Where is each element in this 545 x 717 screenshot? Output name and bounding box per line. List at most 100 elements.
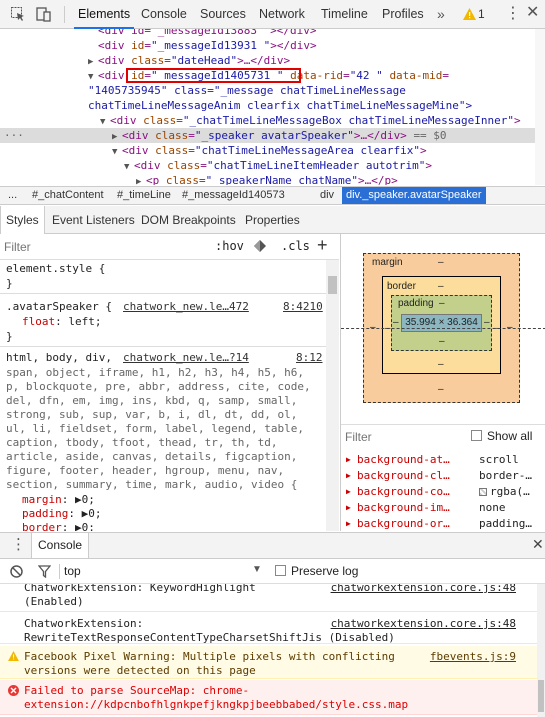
scroll-thumb[interactable] (328, 276, 337, 294)
style-rules[interactable]: element.style { } .avatarSpeaker { chatw… (0, 260, 326, 531)
breadcrumb-chat-content[interactable]: #_chatContent (32, 187, 104, 204)
computed-property[interactable]: ▶ background-cl… border-… (341, 468, 545, 484)
device-mode-icon[interactable] (36, 6, 52, 22)
tab-styles[interactable]: Styles (0, 206, 45, 234)
tab-network[interactable]: Network (255, 0, 309, 29)
computed-filter-input[interactable] (345, 429, 455, 445)
dom-node-row-selected[interactable]: ··· ▶ <div class="_speaker avatarSpeaker">… (0, 128, 545, 143)
preserve-log-checkbox[interactable] (275, 565, 286, 576)
style-property[interactable]: border: ▶0; (22, 521, 95, 531)
selector-line: caption, tbody, tfoot, thead, tr, th, td… (6, 436, 278, 449)
dom-node-row[interactable]: <div id="_messageId13931 "></div> (0, 38, 545, 53)
box-model-content[interactable]: 35.994 × 36.364 (401, 314, 482, 332)
devtools-toolbar: Elements Console Sources Network Timelin… (0, 0, 545, 29)
context-selector[interactable]: top (64, 564, 81, 578)
styles-filter-input[interactable] (4, 238, 184, 256)
box-model-border[interactable]: border – – – – padding – – – – 35.994 × … (382, 276, 501, 374)
tab-properties[interactable]: Properties (245, 206, 300, 234)
node-actions-icon[interactable]: ··· (4, 128, 24, 143)
console-source-link[interactable]: chatworkextension.core.js:48 (331, 584, 516, 594)
rule-source-line[interactable]: 8:12 (296, 351, 323, 365)
tab-profiles[interactable]: Profiles (378, 0, 428, 29)
class-toggle[interactable]: .cls (281, 239, 310, 253)
dom-node-row[interactable]: ▼ <div class="_chatTimeLineMessageBox cha… (0, 113, 545, 128)
computed-property[interactable]: ▶ background-or… padding… (341, 516, 545, 531)
styles-scrollbar[interactable] (326, 260, 339, 531)
expand-triangle-icon[interactable]: ▶ (88, 55, 98, 68)
dom-node-row-continued: chatTimeLineMessageAnim clearfix chatTim… (88, 99, 473, 112)
console-toolbar: top ▼ Preserve log (0, 559, 545, 584)
selector-line: section, summary, time, mark, audio, vid… (6, 478, 298, 491)
dom-node-row[interactable]: ▼ <div class="chatTimeLineItemHeader auto… (0, 158, 545, 173)
dom-node-row[interactable]: <div id="_messageId13883 "></div> (0, 29, 545, 38)
element-style-selector[interactable]: element.style { (6, 262, 105, 276)
console-messages: ChatworkExtension: KeywordHighlight (Ena… (0, 584, 545, 717)
dom-node-row[interactable]: ▶ <div class="dateHead">…</div> (0, 53, 545, 68)
filter-icon[interactable] (37, 565, 52, 581)
close-devtools-icon[interactable]: ✕ (526, 3, 539, 23)
rule-source-line[interactable]: 8:4210 (283, 300, 323, 314)
new-rule-button[interactable]: + (317, 235, 328, 256)
style-property[interactable]: padding: ▶0; (22, 507, 101, 521)
warning-icon[interactable] (463, 8, 476, 23)
dom-node-row[interactable]: ▶ <p class="_speakerName chatName">…</p> (0, 173, 545, 185)
drawer-tabs: ⋮ Console ✕ (0, 533, 545, 559)
tab-dom-breakpoints[interactable]: DOM Breakpoints (141, 206, 236, 234)
selector-line: article, aside, canvas, details, figcapt… (6, 450, 298, 463)
box-model-diagram: margin – – – – border – – – – padding – … (341, 234, 545, 422)
rule-source-link[interactable]: chatwork_new.le…?14 (123, 351, 249, 365)
selector-line: span, object, iframe, h1, h2, h3, h4, h5… (6, 366, 305, 379)
tree-scrollbar[interactable] (535, 29, 545, 185)
element-state-icon[interactable] (253, 239, 267, 256)
inspect-element-icon[interactable] (10, 6, 26, 22)
console-source-link[interactable]: fbevents.js:9 (430, 650, 516, 663)
computed-property[interactable]: ▶ background-im… none (341, 500, 545, 516)
color-swatch[interactable] (479, 488, 487, 496)
tab-console[interactable]: Console (137, 0, 191, 29)
drawer-menu-icon[interactable]: ⋮ (11, 535, 26, 553)
breadcrumb-message-id[interactable]: #_messageId140573 (182, 187, 285, 204)
context-dropdown-icon[interactable]: ▼ (252, 564, 262, 575)
collapse-triangle-icon[interactable]: ▼ (88, 70, 98, 83)
console-message-log[interactable]: ChatworkExtension: RewriteTextResponseCo… (0, 612, 545, 644)
breadcrumb-more[interactable]: ... (8, 187, 17, 204)
dom-node-row[interactable]: ▼ <div class="chatTimeLineMessageArea cle… (0, 143, 545, 158)
computed-property[interactable]: ▶ background-co… rgba(… (341, 484, 545, 500)
style-property[interactable]: margin: ▶0; (22, 493, 95, 507)
rule-close-brace: } (6, 277, 13, 290)
console-message-log[interactable]: ChatworkExtension: KeywordHighlight (Ena… (0, 584, 545, 612)
console-message-warning[interactable]: Facebook Pixel Warning: Multiple pixels … (0, 646, 545, 679)
rule-selector[interactable]: .avatarSpeaker { (6, 300, 112, 314)
computed-property[interactable]: ▶ background-at… scroll (341, 452, 545, 468)
tab-timeline[interactable]: Timeline (317, 0, 372, 29)
tab-sources[interactable]: Sources (196, 0, 250, 29)
box-model-padding[interactable]: padding – – – – 35.994 × 36.364 (391, 295, 492, 351)
hover-state-toggle[interactable]: :hov (215, 239, 244, 253)
close-drawer-icon[interactable]: ✕ (532, 536, 544, 553)
selector-line: figure, footer, header, hgroup, menu, na… (6, 464, 285, 477)
console-source-link[interactable]: chatworkextension.core.js:48 (331, 617, 516, 630)
tab-elements[interactable]: Elements (74, 0, 135, 29)
breadcrumb-div[interactable]: div (320, 187, 334, 204)
more-tabs-icon[interactable]: » (437, 0, 445, 29)
dom-tree[interactable]: <div id="_messageId13883 "></div> <div i… (0, 29, 545, 185)
sidebar-tabs: Styles Event Listeners DOM Breakpoints P… (0, 206, 545, 234)
console-message-error[interactable]: Failed to parse SourceMap: chrome- exten… (0, 680, 545, 715)
selector-line: p, blockquote, pre, abbr, address, cite,… (6, 380, 311, 393)
breadcrumb-selected[interactable]: div._speaker.avatarSpeaker (342, 187, 486, 204)
style-property[interactable]: float: left; (22, 315, 102, 329)
breadcrumb-timeline[interactable]: #_timeLine (117, 187, 171, 204)
rule-close-brace: } (6, 330, 13, 343)
console-scrollbar[interactable] (537, 584, 545, 717)
drawer-tab-console[interactable]: Console (31, 533, 90, 558)
customize-menu-icon[interactable]: ⋮ (505, 4, 521, 24)
rule-selector[interactable]: html, body, div, (6, 351, 112, 365)
tab-event-listeners[interactable]: Event Listeners (52, 206, 135, 234)
computed-properties[interactable]: ▶ background-at… scroll ▶ background-cl… bor… (341, 452, 545, 531)
computed-filter-bar: Show all (341, 424, 545, 448)
show-all-label: Show all (487, 429, 533, 443)
show-all-checkbox[interactable] (471, 430, 482, 441)
rule-source-link[interactable]: chatwork_new.le…472 (123, 300, 249, 314)
scroll-thumb[interactable] (538, 680, 544, 712)
clear-console-icon[interactable] (10, 565, 23, 581)
